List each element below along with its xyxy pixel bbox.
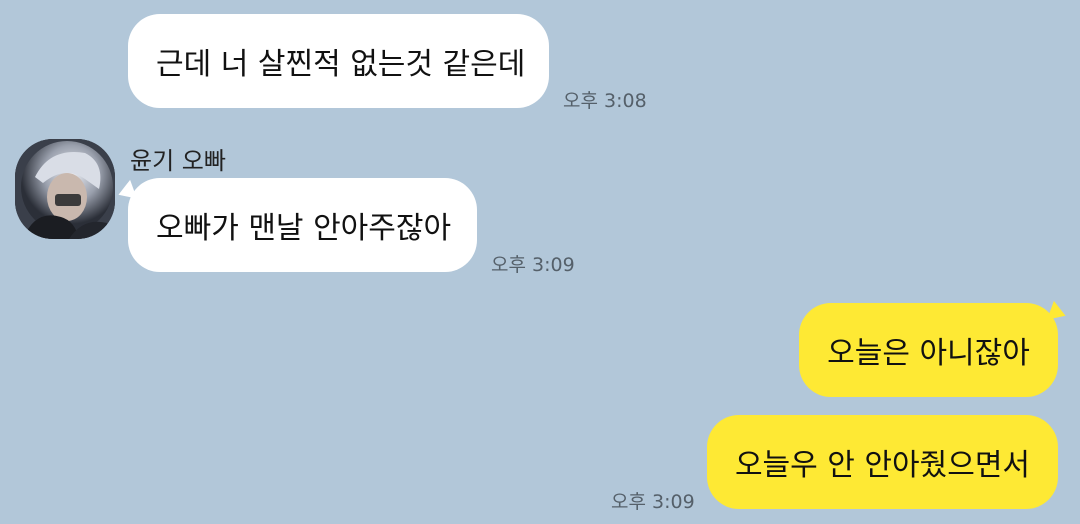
message-text: 오늘우 안 안아줬으면서	[734, 448, 1031, 483]
message-timestamp: 오후 3:09	[491, 254, 575, 276]
profile-photo-icon[interactable]	[15, 139, 115, 239]
message-bubble-outgoing[interactable]: 오늘우 안 안아줬으면서	[707, 415, 1058, 509]
message-timestamp: 오후 3:08	[563, 90, 647, 112]
message-bubble-incoming[interactable]: 근데 너 살찐적 없는것 같은데	[128, 14, 549, 108]
message-bubble-incoming[interactable]: 오빠가 맨날 안아주잖아	[128, 178, 477, 272]
sender-name: 윤기 오빠	[130, 147, 226, 175]
message-text: 오늘은 아니잖아	[827, 336, 1030, 371]
message-timestamp: 오후 3:09	[611, 491, 695, 513]
avatar-image	[15, 139, 115, 239]
message-text: 오빠가 맨날 안아주잖아	[156, 211, 452, 246]
message-bubble-outgoing[interactable]: 오늘은 아니잖아	[799, 303, 1058, 397]
message-text: 근데 너 살찐적 없는것 같은데	[156, 47, 526, 82]
